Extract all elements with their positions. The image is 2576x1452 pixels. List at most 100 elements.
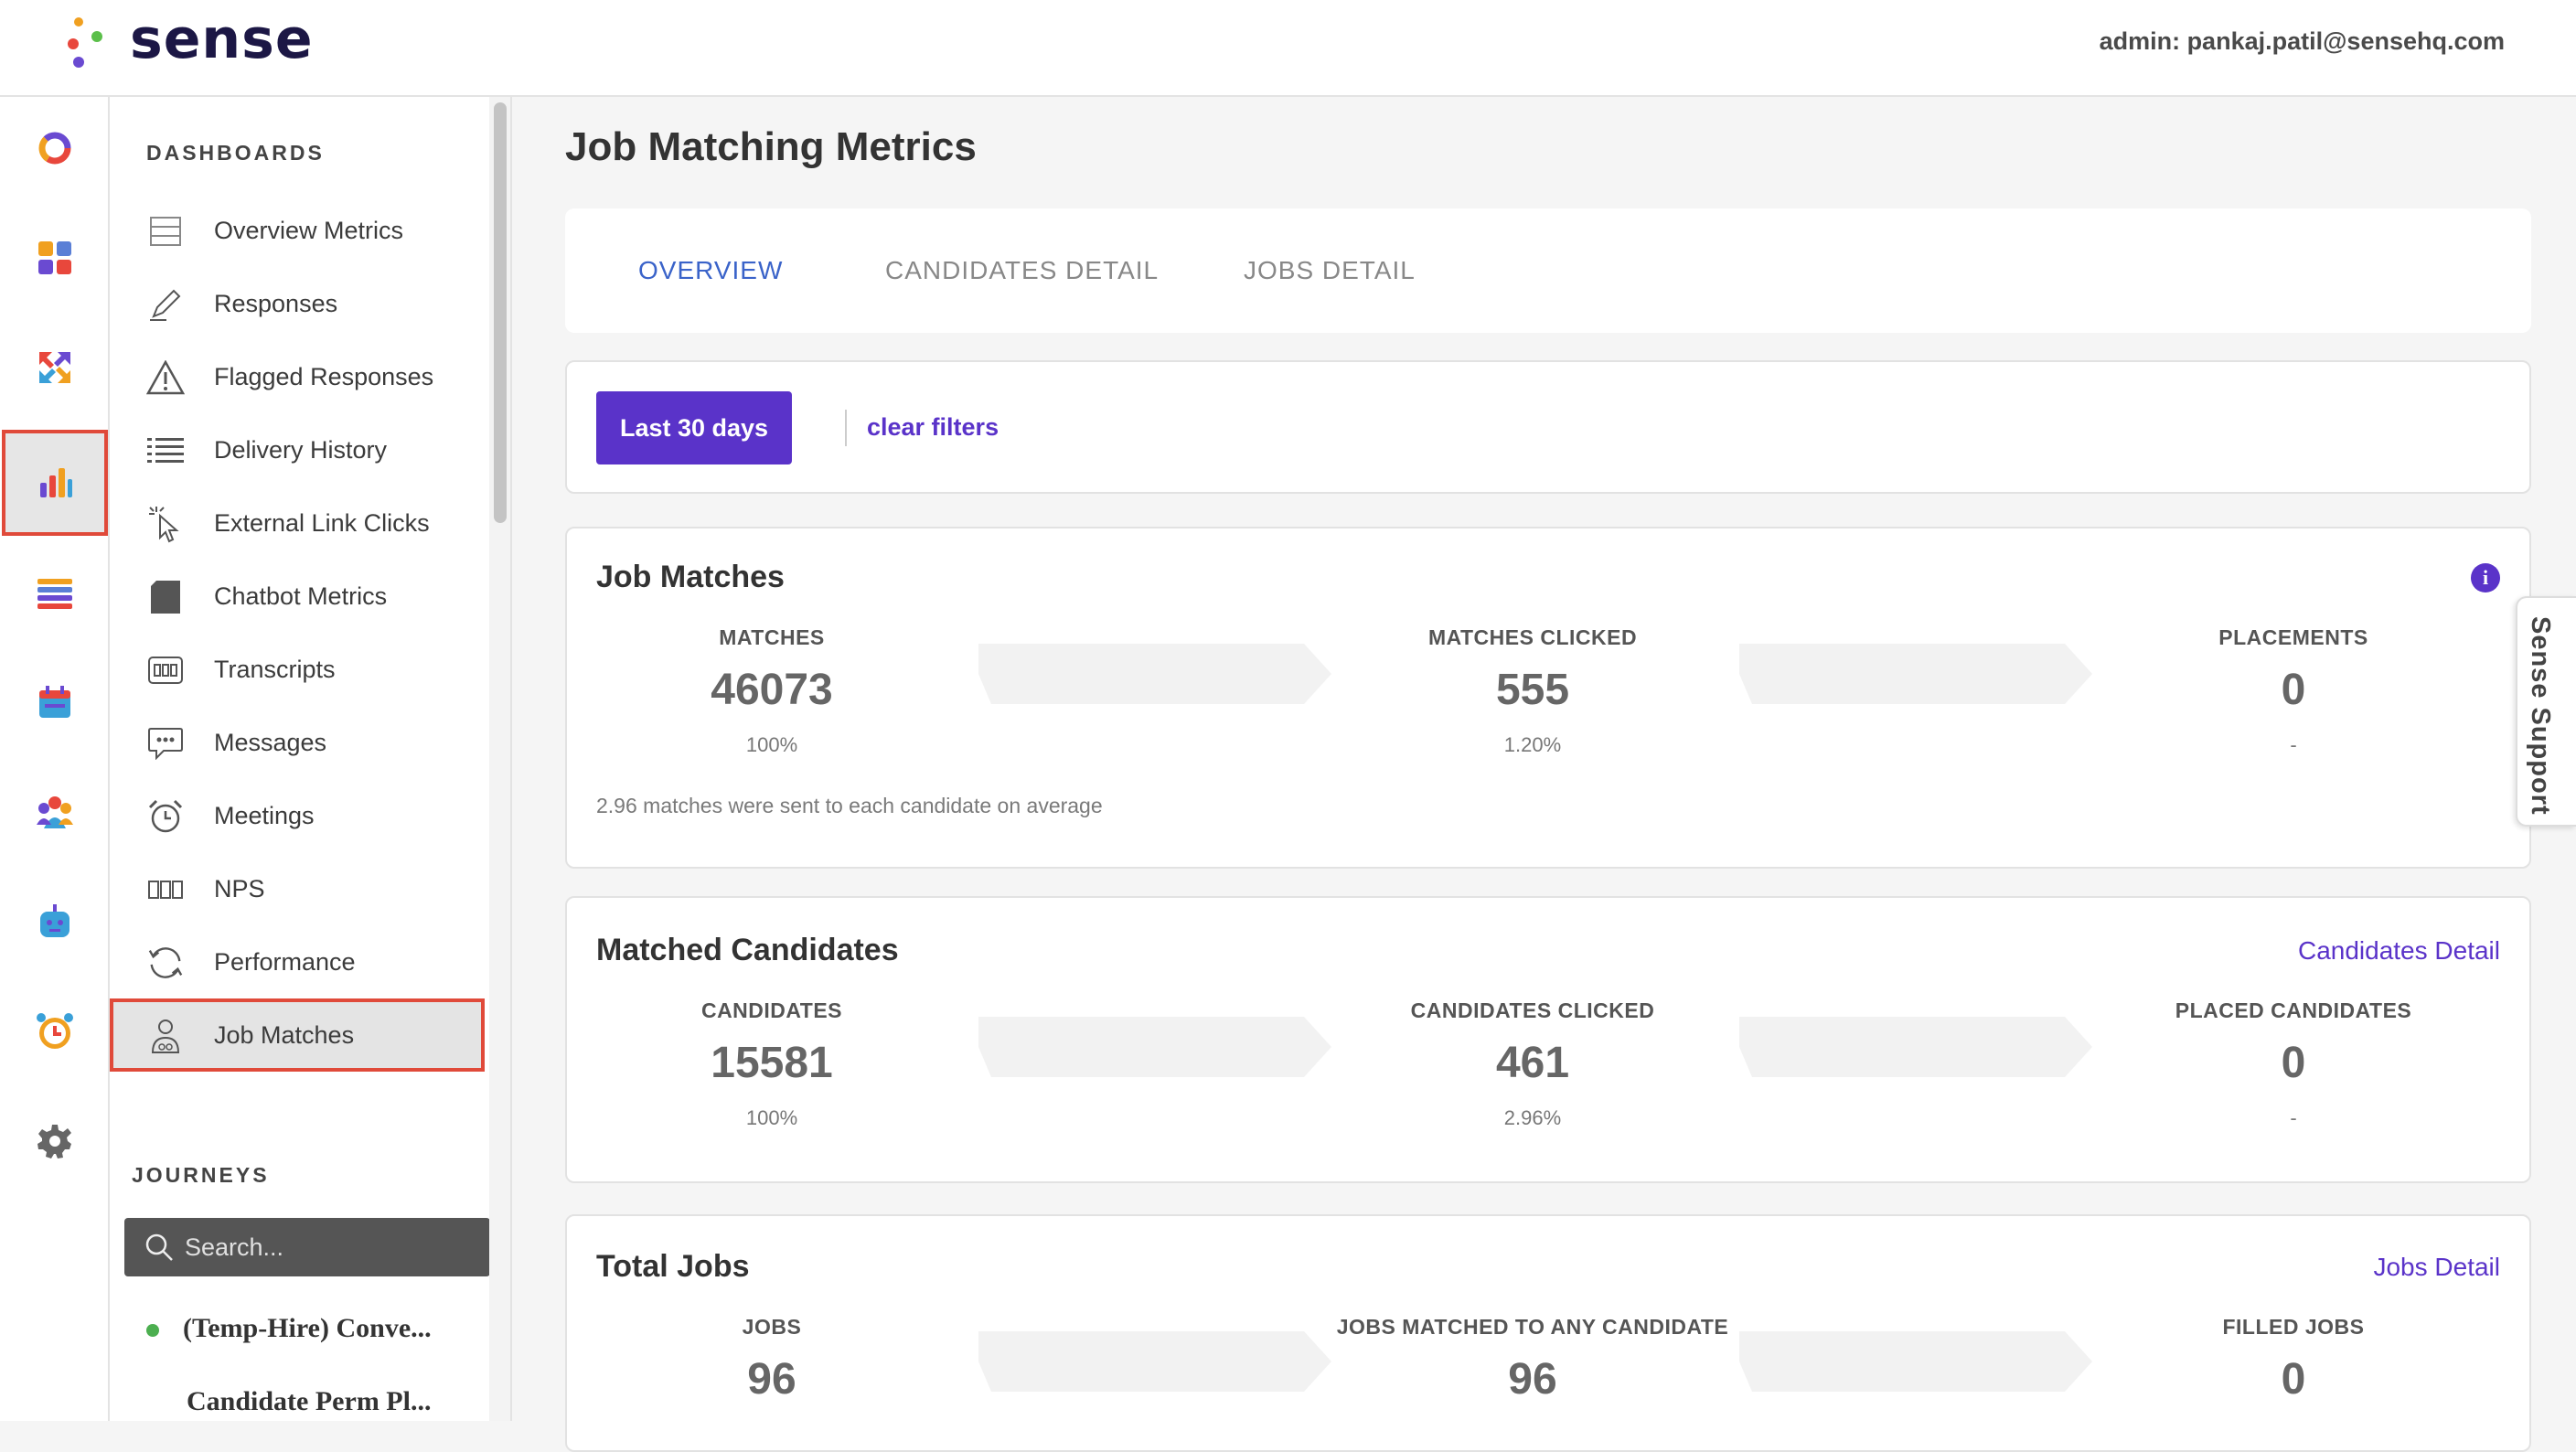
funnel-arrow-icon — [978, 1331, 1331, 1392]
metric-value: 15581 — [711, 1039, 833, 1087]
sidebar-item-label: Responses — [214, 289, 338, 317]
nps-icon — [146, 870, 185, 909]
metric-matches-clicked: MATCHES CLICKED 555 1.20% — [1331, 625, 1734, 757]
click-pointer-icon — [146, 505, 185, 543]
metric-value: 46073 — [711, 666, 833, 714]
sidebar-item-label: Meetings — [214, 801, 315, 829]
search-icon — [144, 1233, 174, 1266]
tab-jobs-detail[interactable]: JOBS DETAIL — [1244, 256, 1416, 285]
jobs-detail-link[interactable]: Jobs Detail — [2373, 1253, 2500, 1282]
sidebar-item-external-link-clicks[interactable]: External Link Clicks — [110, 486, 485, 560]
list-icon — [146, 432, 185, 470]
sidebar-item-meetings[interactable]: Meetings — [110, 779, 485, 852]
tab-candidates-detail[interactable]: CANDIDATES DETAIL — [885, 256, 1159, 285]
metric-value: 0 — [2281, 1039, 2306, 1087]
metric-label: JOBS MATCHED TO ANY CANDIDATE — [1336, 1315, 1729, 1339]
metric-label: CANDIDATES — [700, 998, 843, 1022]
sidebar-item-flagged-responses[interactable]: Flagged Responses — [110, 340, 485, 413]
journey-item[interactable]: Candidate Perm Pl... — [187, 1386, 431, 1417]
sidebar-item-job-matches[interactable]: Job Matches — [110, 998, 485, 1072]
calendar-icon[interactable] — [11, 657, 99, 748]
chatbot-box-icon — [146, 578, 185, 616]
tab-overview[interactable]: OVERVIEW — [638, 256, 783, 285]
metric-jobs-matched: JOBS MATCHED TO ANY CANDIDATE 96 — [1313, 1315, 1752, 1404]
funnel-arrow-icon — [978, 1017, 1331, 1077]
info-icon[interactable]: i — [2471, 563, 2500, 593]
card-title: Matched Candidates — [596, 933, 899, 967]
bar-chart-icon[interactable] — [2, 430, 108, 536]
arrows-exchange-icon[interactable] — [11, 322, 99, 413]
metric-filled-jobs: FILLED JOBS 0 — [2092, 1315, 2495, 1404]
transcript-icon — [146, 651, 185, 689]
sidebar-item-chatbot-metrics[interactable]: Chatbot Metrics — [110, 560, 485, 633]
sidebar-item-label: Transcripts — [214, 655, 336, 683]
main-content: Job Matching Metrics OVERVIEW CANDIDATES… — [514, 97, 2576, 1452]
metric-placements: PLACEMENTS 0 - — [2092, 625, 2495, 757]
top-bar: sense admin: pankaj.patil@sensehq.com — [0, 0, 2576, 97]
date-range-button[interactable]: Last 30 days — [596, 391, 792, 464]
metric-label: CANDIDATES CLICKED — [1410, 998, 1655, 1022]
journey-search[interactable] — [124, 1218, 490, 1276]
average-note: 2.96 matches were sent to each candidate… — [596, 794, 1103, 817]
card-title: Job Matches — [596, 560, 785, 594]
matched-candidates-card: Matched Candidates Candidates Detail CAN… — [565, 896, 2531, 1183]
donut-icon[interactable] — [11, 102, 99, 194]
sidebar-item-nps[interactable]: NPS — [110, 852, 485, 925]
sidebar-item-label: Messages — [214, 728, 327, 756]
metric-label: FILLED JOBS — [2222, 1315, 2365, 1339]
gear-icon[interactable] — [11, 1095, 99, 1187]
sidebar-scrollbar[interactable] — [489, 97, 510, 1421]
journey-item[interactable]: (Temp-Hire) Conve... — [146, 1313, 432, 1344]
list-stack-icon[interactable] — [11, 549, 99, 640]
metric-percent: 100% — [745, 1106, 798, 1129]
sidebar-item-label: NPS — [214, 874, 265, 902]
support-label: Sense Support — [2526, 616, 2555, 816]
person-icon — [146, 1017, 185, 1055]
brand-name: sense — [130, 7, 314, 71]
metric-matches: MATCHES 46073 100% — [571, 625, 973, 757]
icon-rail — [0, 97, 110, 1421]
pencil-icon — [146, 285, 185, 324]
candidates-detail-link[interactable]: Candidates Detail — [2298, 936, 2500, 966]
journeys-heading: JOURNEYS — [132, 1163, 270, 1187]
chatbot-icon[interactable] — [11, 876, 99, 967]
funnel-arrow-icon — [1739, 1017, 2092, 1077]
metric-percent: 2.96% — [1503, 1106, 1562, 1129]
sidebar-item-overview-metrics[interactable]: Overview Metrics — [110, 194, 485, 267]
clear-filters-link[interactable]: clear filters — [867, 413, 999, 442]
funnel-arrow-icon — [1739, 644, 2092, 704]
sidebar: DASHBOARDS Overview Metrics Responses Fl… — [110, 97, 512, 1421]
job-matches-card: Job Matches i MATCHES 46073 100% MATCHES… — [565, 527, 2531, 869]
filters-panel: Last 30 days clear filters — [565, 360, 2531, 494]
message-bubble-icon — [146, 724, 185, 763]
dashboards-heading: DASHBOARDS — [146, 141, 325, 165]
sidebar-item-performance[interactable]: Performance — [110, 925, 485, 998]
sidebar-item-label: Delivery History — [214, 435, 388, 464]
metric-label: MATCHES — [719, 625, 825, 649]
sidebar-item-transcripts[interactable]: Transcripts — [110, 633, 485, 706]
dashboard-grid-icon[interactable] — [11, 212, 99, 304]
metric-percent: - — [2290, 733, 2297, 756]
table-icon — [146, 212, 185, 251]
metric-percent: 100% — [745, 733, 798, 756]
people-icon[interactable] — [11, 766, 99, 858]
metric-candidates: CANDIDATES 15581 100% — [571, 998, 973, 1130]
scrollbar-thumb[interactable] — [494, 102, 507, 523]
journey-label: (Temp-Hire) Conve... — [183, 1313, 432, 1343]
alarm-clock-icon[interactable] — [11, 986, 99, 1077]
sidebar-item-messages[interactable]: Messages — [110, 706, 485, 779]
metric-value: 96 — [747, 1355, 796, 1404]
metric-value: 0 — [2281, 666, 2306, 714]
metric-label: JOBS — [742, 1315, 802, 1339]
metric-value: 0 — [2281, 1355, 2306, 1404]
sidebar-item-responses[interactable]: Responses — [110, 267, 485, 340]
sidebar-item-label: External Link Clicks — [214, 508, 430, 537]
metric-percent: - — [2290, 1106, 2297, 1129]
sidebar-item-label: Performance — [214, 947, 356, 976]
sidebar-item-delivery-history[interactable]: Delivery History — [110, 413, 485, 486]
metric-label: PLACEMENTS — [2218, 625, 2368, 649]
sense-support-tab[interactable]: Sense Support — [2516, 596, 2576, 827]
metric-candidates-clicked: CANDIDATES CLICKED 461 2.96% — [1331, 998, 1734, 1130]
search-input[interactable] — [185, 1227, 477, 1267]
metric-label: MATCHES CLICKED — [1427, 625, 1638, 649]
